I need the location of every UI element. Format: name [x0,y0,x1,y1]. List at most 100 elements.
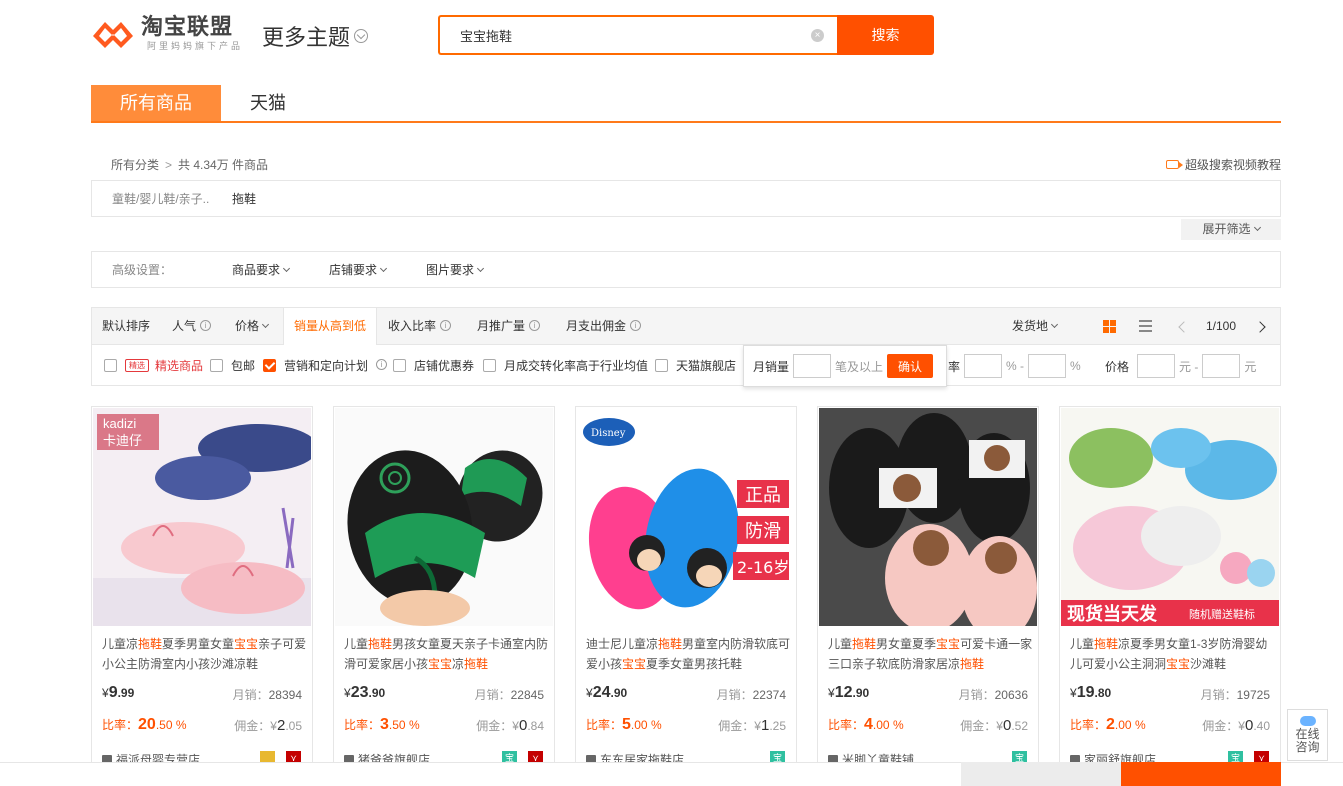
product-monthly-sales: 月销：22374 [716,688,786,702]
product-image[interactable]: 现货当天发 随机赠送鞋标 [1061,408,1279,626]
logo[interactable]: 淘宝联盟 阿里妈妈旗下产品 [91,14,243,52]
sort-price[interactable]: 价格 [235,308,270,344]
advanced-settings-row: 高级设置： 商品要求 店铺要求 图片要求 [91,251,1281,288]
product-commission: 佣金：¥2.05 [234,717,302,734]
chevron-down-icon [477,264,485,273]
checkbox[interactable] [104,359,117,372]
product-title[interactable]: 儿童拖鞋男孩女童夏天亲子卡通室内防滑可爱家居小孩宝宝凉拖鞋 [344,634,549,674]
product-card[interactable]: Disney 正品 防滑 2-16岁 迪士尼儿童凉拖鞋男童室内防滑软底可爱小孩宝… [575,406,797,786]
sort-monthly-promotion-label: 月推广量 [477,319,526,333]
checkbox[interactable] [210,359,223,372]
sort-monthly-promotion[interactable]: 月推广量 i [477,308,541,344]
product-title[interactable]: 儿童拖鞋男女童夏季宝宝可爱卡通一家三口亲子软底防滑家居凉拖鞋 [828,634,1033,674]
price-max-input[interactable] [1202,354,1241,378]
chevron-right-icon[interactable] [1254,321,1266,333]
taobao-alliance-logo-icon [93,22,133,48]
chevron-down-circle-icon [354,29,369,43]
product-commission: 佣金：¥0.40 [1202,717,1270,734]
bottom-primary-button[interactable] [1121,762,1281,786]
checkbox[interactable] [483,359,496,372]
product-title[interactable]: 儿童凉拖鞋夏季男童女童宝宝亲子可爱小公主防滑室内小孩沙滩凉鞋 [102,634,307,674]
checkbox[interactable] [655,359,668,372]
more-theme-dropdown[interactable]: 更多主题 [262,20,369,52]
tab-bar: 所有商品 天猫 [91,85,1281,123]
rate-max-input[interactable] [1028,354,1067,378]
product-image[interactable]: kadizi 卡迪仔 [93,408,311,626]
product-card[interactable]: kadizi 卡迪仔 儿童凉拖鞋夏季男童女童宝宝亲子可爱小公主防滑室内小孩沙滩凉… [91,406,313,786]
consult-label-line2: 咨询 [1295,740,1320,754]
checkbox-checked[interactable] [263,359,276,372]
chevron-down-icon [1253,223,1261,232]
info-icon: i [630,320,642,332]
sort-default[interactable]: 默认排序 [102,308,150,344]
shop-requirement-dropdown[interactable]: 店铺要求 [329,261,388,278]
ship-from-dropdown[interactable]: 发货地 [1012,308,1059,344]
breadcrumb: 所有分类 > 共 4.34万 件商品 [111,156,268,173]
filter-conversion-rate[interactable]: 月成交转化率高于行业均值 [483,357,648,374]
rate-min-input[interactable] [964,354,1003,378]
product-card[interactable]: 儿童拖鞋男孩女童夏天亲子卡通室内防滑可爱家居小孩宝宝凉拖鞋 ¥23.90 月销：… [333,406,555,786]
search-input[interactable] [460,27,800,43]
product-title[interactable]: 迪士尼儿童凉拖鞋男童室内防滑软底可爱小孩宝宝夏季女童男孩托鞋 [586,634,791,674]
filter-free-shipping[interactable]: 包邮 [210,357,255,374]
brand-kadizi-cn-text: 卡迪仔 [103,434,142,449]
expand-filter-button[interactable]: 展开筛选 [1181,219,1281,240]
breadcrumb-root[interactable]: 所有分类 [111,156,159,173]
filter-jingxuan[interactable]: 精选 精选商品 [104,357,203,374]
sort-bar: 默认排序 人气 i 价格 销量从高到低 收入比率 i 月推广量 i 月支出佣金 i 发货… [91,307,1281,345]
video-camera-icon [1165,160,1183,169]
chevron-down-icon [1050,320,1059,329]
product-card[interactable]: 儿童拖鞋男女童夏季宝宝可爱卡通一家三口亲子软底防滑家居凉拖鞋 ¥12.90 月销… [817,406,1039,786]
advanced-settings-label: 高级设置： [112,263,173,277]
search-button[interactable]: 搜索 [837,15,934,55]
banner-ship-today-text: 现货当天发 [1067,603,1158,625]
product-image[interactable]: Disney 正品 防滑 2-16岁 [577,408,795,626]
product-rate: 比率：4.00 % [828,716,904,733]
monthly-sales-input[interactable] [793,354,832,378]
chevron-down-icon [379,264,388,273]
info-icon: i [200,320,212,332]
category-path[interactable]: 童鞋/婴儿鞋/亲子.. [112,190,232,207]
checkbox[interactable] [393,359,406,372]
grid-view-icon[interactable] [1103,320,1116,333]
sort-popularity-label: 人气 [172,319,197,333]
tab-all-products[interactable]: 所有商品 [91,85,221,121]
rate-unit-sep: % - [1006,359,1025,373]
price-min-input[interactable] [1137,354,1176,378]
banner-gift-text: 随机赠送鞋标 [1189,607,1255,621]
tag-age-text: 2-16岁 [737,558,789,577]
filter-marketing-plan[interactable]: 营销和定向计划 i [263,357,388,374]
filter-shop-coupon[interactable]: 店铺优惠券 [393,357,474,374]
filter-conversion-rate-label: 月成交转化率高于行业均值 [504,359,649,373]
product-card[interactable]: 现货当天发 随机赠送鞋标 儿童拖鞋凉夏季男女童1-3岁防滑婴幼儿可爱小公主洞洞宝… [1059,406,1281,786]
sort-popularity[interactable]: 人气 i [172,308,212,344]
sort-income-rate[interactable]: 收入比率 i [388,308,452,344]
video-tutorial-link[interactable]: 超级搜索视频教程 [1165,156,1281,173]
product-image[interactable] [819,408,1037,626]
confirm-button[interactable]: 确认 [887,354,934,378]
clear-icon[interactable]: × [811,29,824,42]
product-requirement-dropdown[interactable]: 商品要求 [232,261,291,278]
info-icon: i [376,359,388,370]
filter-tmall-flagship-label: 天猫旗舰店 [676,359,737,373]
tag-authentic-text: 正品 [745,485,781,506]
product-image[interactable] [335,408,553,626]
tab-tmall[interactable]: 天猫 [221,85,315,121]
sort-monthly-commission[interactable]: 月支出佣金 i [566,308,642,344]
product-rate: 比率：3.50 % [344,716,420,733]
sort-sales-desc[interactable]: 销量从高到低 [283,308,378,345]
more-theme-label: 更多主题 [262,25,351,50]
price-unit: 元 [1244,359,1257,374]
image-requirement-dropdown[interactable]: 图片要求 [426,261,485,278]
chevron-left-icon[interactable] [1178,321,1190,333]
info-icon: i [440,320,452,332]
sort-monthly-commission-label: 月支出佣金 [566,319,627,333]
product-title[interactable]: 儿童拖鞋凉夏季男女童1-3岁防滑婴幼儿可爱小公主洞洞宝宝沙滩鞋 [1070,634,1275,674]
category-leaf[interactable]: 拖鞋 [232,190,256,207]
product-monthly-sales: 月销：20636 [958,688,1028,702]
list-view-icon[interactable] [1139,320,1152,332]
bottom-secondary-button[interactable] [961,762,1121,786]
online-consult-button[interactable]: 在线 咨询 [1287,709,1328,761]
filter-tmall-flagship[interactable]: 天猫旗舰店 [655,357,736,374]
filter-jingxuan-label: 精选商品 [155,359,204,373]
